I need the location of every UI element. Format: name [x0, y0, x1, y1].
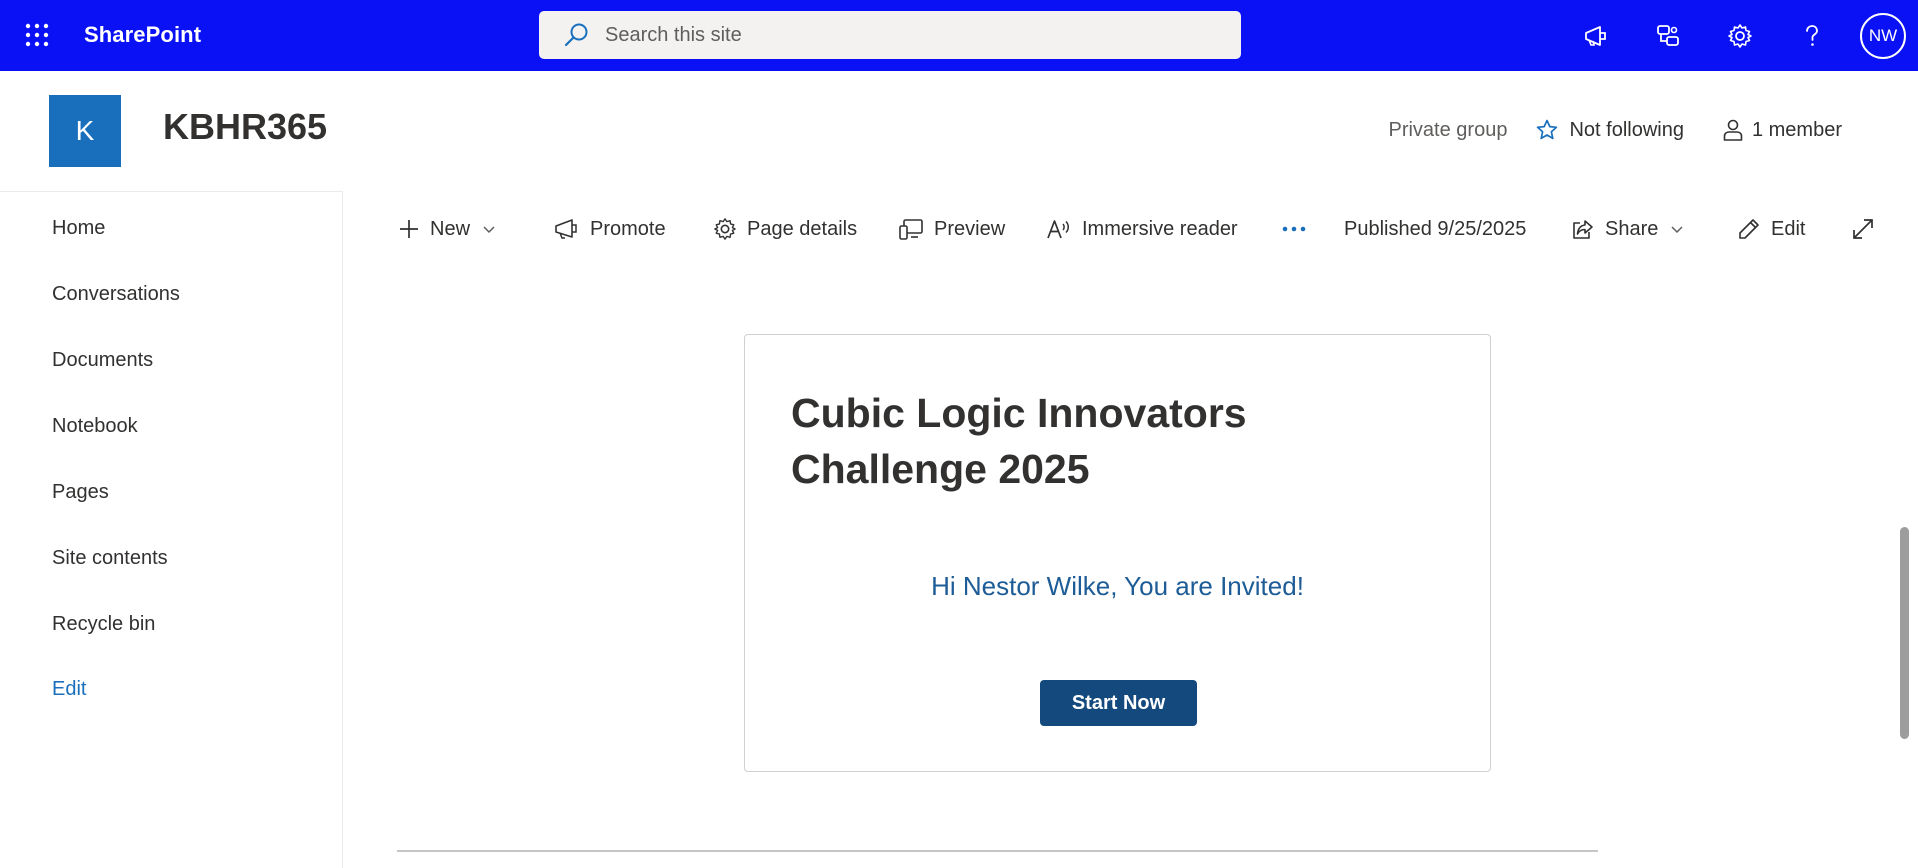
- nav-item-site-contents[interactable]: Site contents: [52, 547, 168, 570]
- nav-item-recycle-bin[interactable]: Recycle bin: [52, 613, 155, 636]
- site-meta: Private group Not following 1 member: [1388, 118, 1842, 142]
- preview-label: Preview: [934, 217, 1006, 240]
- immersive-reader-button[interactable]: Immersive reader: [1046, 214, 1238, 244]
- search-input[interactable]: Search this site: [605, 24, 742, 47]
- suite-bar: SharePoint Search this site NW: [0, 0, 1918, 71]
- settings-gear-icon[interactable]: [1704, 0, 1776, 71]
- site-logo[interactable]: K: [49, 95, 121, 167]
- site-title[interactable]: KBHR365: [163, 106, 327, 148]
- page-details-button[interactable]: Page details: [713, 214, 857, 244]
- content-card: Cubic Logic Innovators Challenge 2025 Hi…: [744, 334, 1491, 772]
- page-details-label: Page details: [747, 217, 858, 240]
- page-title: Cubic Logic Innovators Challenge 2025: [791, 390, 1247, 492]
- immersive-reader-icon: [1046, 217, 1082, 241]
- share-button[interactable]: Share: [1571, 214, 1694, 244]
- nav-item-conversations[interactable]: Conversations: [52, 283, 180, 306]
- nav-edit-link[interactable]: Edit: [52, 678, 86, 701]
- help-icon[interactable]: [1776, 0, 1848, 71]
- invite-text: Hi Nestor Wilke, You are Invited!: [931, 571, 1304, 601]
- edit-button[interactable]: Edit: [1737, 214, 1805, 244]
- app-name[interactable]: SharePoint: [84, 22, 201, 48]
- members-button[interactable]: 1 member: [1722, 118, 1842, 142]
- new-button[interactable]: New: [398, 214, 506, 244]
- megaphone-icon[interactable]: [1560, 0, 1632, 71]
- app-launcher-icon[interactable]: [22, 20, 52, 50]
- vertical-scrollbar[interactable]: [1900, 527, 1909, 739]
- immersive-reader-label: Immersive reader: [1082, 217, 1238, 240]
- members-label: 1 member: [1751, 118, 1842, 141]
- chevron-down-icon: [482, 222, 506, 236]
- follow-button[interactable]: Not following: [1535, 118, 1684, 142]
- start-now-button[interactable]: Start Now: [1040, 680, 1197, 726]
- person-icon: [1722, 118, 1752, 142]
- my-network-icon[interactable]: [1632, 0, 1704, 71]
- section-divider: [397, 850, 1598, 852]
- preview-button[interactable]: Preview: [898, 214, 1005, 244]
- nav-item-home[interactable]: Home: [52, 217, 105, 240]
- privacy-label: Private group: [1388, 118, 1508, 141]
- preview-devices-icon: [898, 217, 934, 241]
- star-icon: [1535, 118, 1569, 142]
- expand-icon[interactable]: [1851, 214, 1885, 244]
- edit-label: Edit: [1771, 217, 1806, 240]
- promote-label: Promote: [590, 217, 666, 240]
- share-icon: [1571, 217, 1605, 241]
- gear-icon: [713, 217, 747, 241]
- nav-item-pages[interactable]: Pages: [52, 481, 109, 504]
- site-header: K KBHR365 Private group Not following 1 …: [0, 71, 1918, 191]
- nav-item-documents[interactable]: Documents: [52, 349, 153, 372]
- command-bar: New Promote Page details Preview Immersi…: [343, 191, 1918, 263]
- share-label: Share: [1605, 217, 1659, 240]
- avatar[interactable]: NW: [1860, 12, 1906, 59]
- suite-actions: NW: [1560, 0, 1918, 71]
- pencil-icon: [1737, 217, 1771, 241]
- chevron-down-icon: [1670, 222, 1694, 236]
- left-navigation: Home Conversations Documents Notebook Pa…: [0, 191, 343, 868]
- search-icon: [563, 22, 589, 48]
- plus-icon: [398, 218, 430, 240]
- follow-label: Not following: [1569, 118, 1684, 141]
- megaphone-icon: [554, 217, 590, 241]
- nav-item-notebook[interactable]: Notebook: [52, 415, 138, 438]
- more-options-icon[interactable]: [1281, 214, 1317, 244]
- promote-button[interactable]: Promote: [554, 214, 666, 244]
- published-status: Published 9/25/2025: [1344, 217, 1527, 240]
- search-box[interactable]: Search this site: [539, 11, 1241, 59]
- new-label: New: [430, 217, 471, 240]
